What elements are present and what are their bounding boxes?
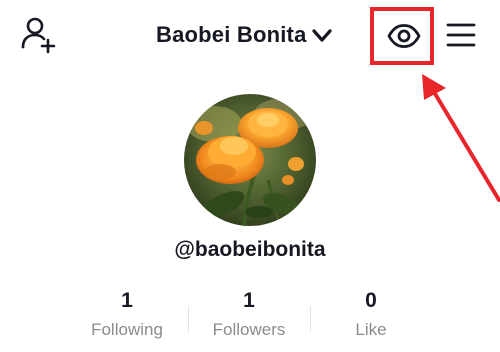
- profile-stats: 1 Following 1 Followers 0 Like: [66, 286, 434, 346]
- stat-label: Following: [91, 320, 163, 339]
- stat-value: 1: [121, 289, 133, 312]
- stat-value: 1: [243, 289, 255, 312]
- menu-button[interactable]: [446, 20, 476, 50]
- avatar-image: [184, 94, 316, 226]
- avatar[interactable]: [184, 94, 316, 226]
- account-name: Baobei Bonita: [156, 22, 307, 47]
- stat-following[interactable]: 1 Following: [66, 286, 188, 346]
- profile-screen: Baobei Bonita @baobeibonita 1 Following …: [0, 0, 500, 352]
- add-user-button[interactable]: [18, 14, 60, 56]
- stat-label: Followers: [212, 320, 286, 339]
- hamburger-menu-icon: [446, 23, 476, 47]
- account-switcher[interactable]: Baobei Bonita: [156, 18, 333, 52]
- stat-followers[interactable]: 1 Followers: [188, 286, 310, 346]
- eye-icon: [387, 24, 421, 48]
- profile-views-button[interactable]: [384, 16, 424, 56]
- add-user-icon: [21, 17, 56, 54]
- stat-label: Like: [355, 320, 387, 339]
- stat-value: 0: [365, 289, 377, 312]
- chevron-down-icon: [311, 29, 332, 42]
- profile-handle: @baobeibonita: [174, 238, 326, 261]
- stat-likes[interactable]: 0 Like: [310, 286, 432, 346]
